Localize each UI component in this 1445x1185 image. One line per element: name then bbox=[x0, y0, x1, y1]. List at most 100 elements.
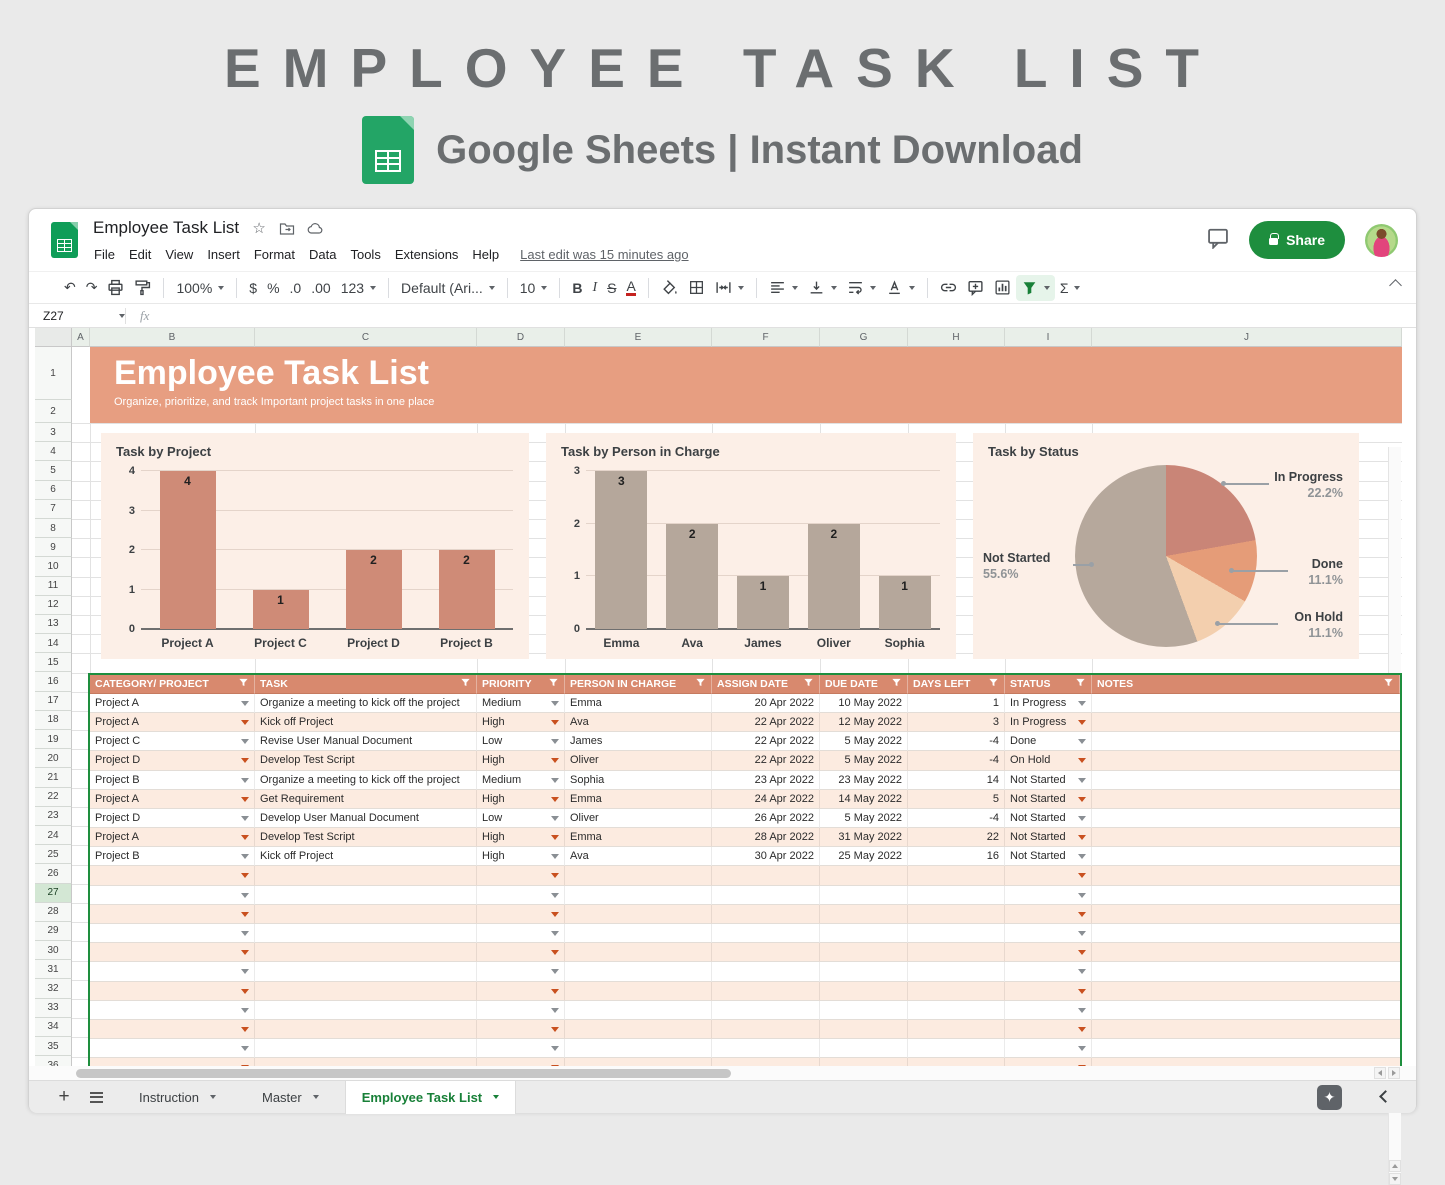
menu-format[interactable]: Format bbox=[247, 243, 302, 266]
cell[interactable] bbox=[908, 1058, 1005, 1066]
cell[interactable] bbox=[565, 1058, 712, 1066]
cell[interactable]: Project B bbox=[90, 847, 255, 866]
cell[interactable] bbox=[255, 1039, 477, 1058]
dropdown-arrow-icon[interactable] bbox=[551, 1046, 559, 1051]
dropdown-arrow-icon[interactable] bbox=[1078, 1046, 1086, 1051]
cell[interactable]: 30 Apr 2022 bbox=[712, 847, 820, 866]
cell[interactable] bbox=[1092, 713, 1400, 732]
cell[interactable] bbox=[1092, 1001, 1400, 1020]
cell[interactable] bbox=[477, 905, 565, 924]
cell[interactable] bbox=[1092, 943, 1400, 962]
row-header-17[interactable]: 17 bbox=[35, 692, 72, 711]
cell[interactable] bbox=[712, 905, 820, 924]
cell[interactable] bbox=[820, 943, 908, 962]
dropdown-arrow-icon[interactable] bbox=[241, 931, 249, 936]
cell[interactable] bbox=[908, 886, 1005, 905]
row-header-2[interactable]: 2 bbox=[35, 400, 72, 423]
cell[interactable] bbox=[1092, 886, 1400, 905]
cell[interactable] bbox=[1005, 905, 1092, 924]
cell[interactable] bbox=[1092, 1058, 1400, 1066]
column-header-due-date[interactable]: DUE DATE bbox=[820, 675, 908, 694]
cells-area[interactable]: Employee Task List Organize, prioritize,… bbox=[72, 347, 1402, 1066]
row-header-10[interactable]: 10 bbox=[35, 557, 72, 576]
cell[interactable] bbox=[712, 866, 820, 885]
dropdown-arrow-icon[interactable] bbox=[241, 816, 249, 821]
cell[interactable]: -4 bbox=[908, 732, 1005, 751]
cell[interactable]: 22 Apr 2022 bbox=[712, 713, 820, 732]
dropdown-arrow-icon[interactable] bbox=[1078, 931, 1086, 936]
row-header-6[interactable]: 6 bbox=[35, 481, 72, 500]
cell[interactable]: Ava bbox=[565, 713, 712, 732]
cell[interactable]: 1 bbox=[908, 694, 1005, 713]
cell[interactable] bbox=[1092, 828, 1400, 847]
insert-chart-icon[interactable] bbox=[989, 275, 1016, 301]
cell[interactable] bbox=[1092, 1039, 1400, 1058]
cell[interactable]: 23 Apr 2022 bbox=[712, 771, 820, 790]
cell[interactable]: 20 Apr 2022 bbox=[712, 694, 820, 713]
zoom-select[interactable]: 100% bbox=[171, 275, 229, 301]
cell[interactable]: 16 bbox=[908, 847, 1005, 866]
borders-icon[interactable] bbox=[683, 275, 710, 301]
cell[interactable] bbox=[1005, 924, 1092, 943]
cell[interactable] bbox=[908, 982, 1005, 1001]
dropdown-arrow-icon[interactable] bbox=[241, 893, 249, 898]
cell[interactable] bbox=[565, 982, 712, 1001]
cell[interactable] bbox=[712, 1058, 820, 1066]
column-header-E[interactable]: E bbox=[565, 328, 712, 347]
dropdown-arrow-icon[interactable] bbox=[1078, 816, 1086, 821]
create-filter-icon[interactable] bbox=[1016, 275, 1055, 301]
scroll-left-button[interactable] bbox=[1374, 1067, 1386, 1079]
cell[interactable]: Develop Test Script bbox=[255, 751, 477, 770]
column-header-assign-date[interactable]: ASSIGN DATE bbox=[712, 675, 820, 694]
cell[interactable] bbox=[1092, 751, 1400, 770]
dropdown-arrow-icon[interactable] bbox=[1078, 720, 1086, 725]
cell[interactable] bbox=[1005, 866, 1092, 885]
cell[interactable]: Emma bbox=[565, 828, 712, 847]
cell[interactable] bbox=[712, 982, 820, 1001]
share-button[interactable]: Share bbox=[1249, 221, 1345, 259]
document-status-cloud-icon[interactable] bbox=[307, 220, 323, 236]
dropdown-arrow-icon[interactable] bbox=[551, 739, 559, 744]
cell[interactable]: Not Started bbox=[1005, 828, 1092, 847]
cell[interactable]: In Progress bbox=[1005, 694, 1092, 713]
sheets-app-icon[interactable] bbox=[51, 222, 78, 258]
filter-icon[interactable] bbox=[238, 677, 249, 691]
cell[interactable] bbox=[477, 1001, 565, 1020]
italic[interactable]: I bbox=[587, 275, 602, 301]
cell[interactable]: Ava bbox=[565, 847, 712, 866]
cell[interactable]: 22 Apr 2022 bbox=[712, 732, 820, 751]
cell[interactable] bbox=[477, 924, 565, 943]
dropdown-arrow-icon[interactable] bbox=[241, 778, 249, 783]
cell[interactable] bbox=[1092, 982, 1400, 1001]
row-header-18[interactable]: 18 bbox=[35, 711, 72, 730]
filter-icon[interactable] bbox=[460, 677, 471, 691]
menu-edit[interactable]: Edit bbox=[122, 243, 158, 266]
cell[interactable] bbox=[255, 1058, 477, 1066]
cell[interactable] bbox=[712, 1020, 820, 1039]
cell[interactable]: Done bbox=[1005, 732, 1092, 751]
dropdown-arrow-icon[interactable] bbox=[551, 969, 559, 974]
cell[interactable]: High bbox=[477, 828, 565, 847]
chart-task-by-person[interactable]: Task by Person in Charge01233Emma2Ava1Ja… bbox=[546, 433, 956, 659]
cell[interactable]: Not Started bbox=[1005, 790, 1092, 809]
cell[interactable] bbox=[908, 1039, 1005, 1058]
cell[interactable] bbox=[255, 886, 477, 905]
print-icon[interactable] bbox=[102, 275, 129, 301]
bold[interactable]: B bbox=[567, 275, 587, 301]
dropdown-arrow-icon[interactable] bbox=[551, 854, 559, 859]
cell[interactable] bbox=[565, 943, 712, 962]
row-header-26[interactable]: 26 bbox=[35, 864, 72, 883]
row-header-5[interactable]: 5 bbox=[35, 461, 72, 480]
cell[interactable] bbox=[820, 866, 908, 885]
dropdown-arrow-icon[interactable] bbox=[551, 797, 559, 802]
dropdown-arrow-icon[interactable] bbox=[1078, 989, 1086, 994]
dropdown-arrow-icon[interactable] bbox=[241, 1065, 249, 1066]
dropdown-arrow-icon[interactable] bbox=[241, 950, 249, 955]
cell[interactable] bbox=[477, 1039, 565, 1058]
dropdown-arrow-icon[interactable] bbox=[1078, 893, 1086, 898]
cell[interactable]: Develop Test Script bbox=[255, 828, 477, 847]
cell[interactable]: Low bbox=[477, 732, 565, 751]
dropdown-arrow-icon[interactable] bbox=[1078, 969, 1086, 974]
cell[interactable] bbox=[90, 1001, 255, 1020]
decrease-decimal-places[interactable]: .0 bbox=[285, 275, 307, 301]
